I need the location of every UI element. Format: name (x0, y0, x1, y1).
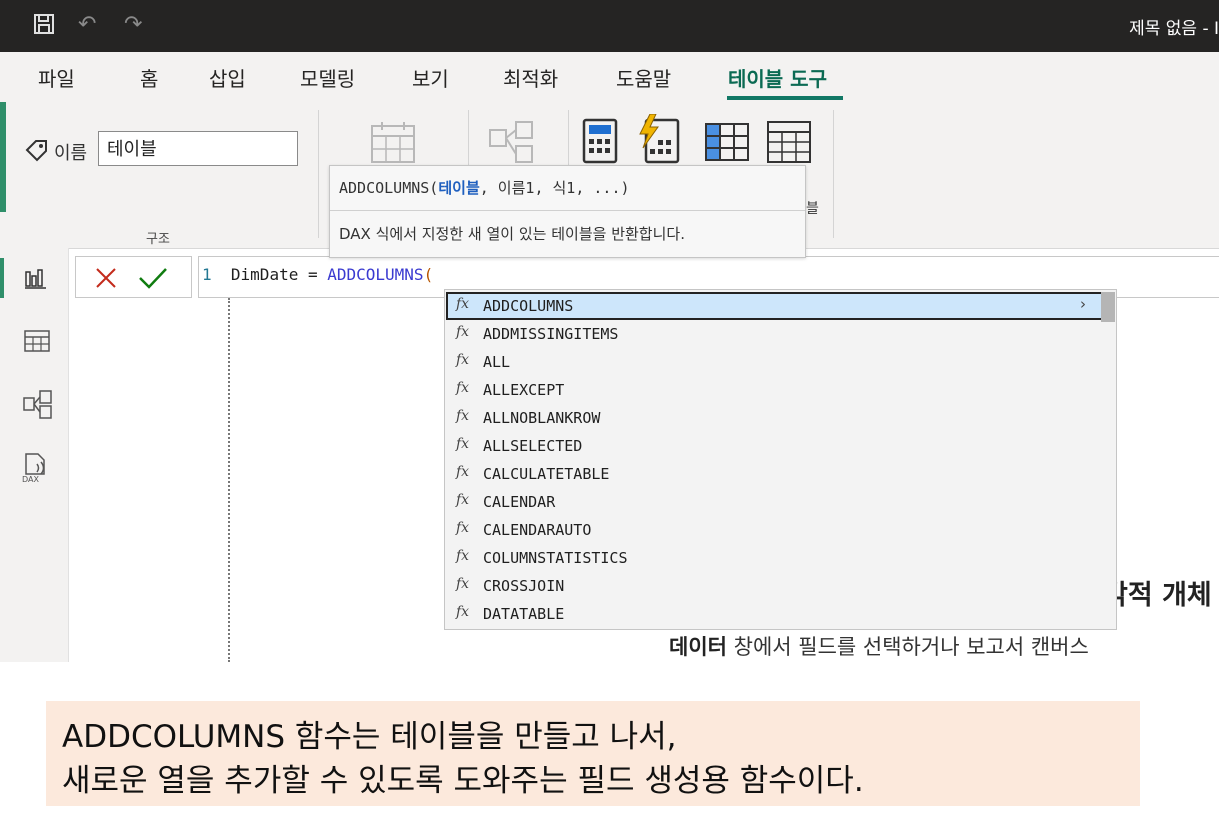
save-icon[interactable] (32, 12, 56, 42)
active-tab-indicator (727, 96, 843, 100)
report-view-icon[interactable] (24, 266, 48, 294)
tooltip-signature: ADDCOLUMNS(테이블, 이름1, 식1, ...) (339, 177, 630, 198)
autocomplete-item[interactable]: fx ADDMISSINGITEMS (446, 320, 1104, 348)
function-signature-tooltip: ADDCOLUMNS(테이블, 이름1, 식1, ...) DAX 식에서 지정… (329, 165, 806, 258)
new-table-icon[interactable] (766, 120, 812, 168)
autocomplete-item[interactable]: fx ALLSELECTED (446, 432, 1104, 460)
tooltip-divider (330, 210, 805, 211)
dax-query-view-icon[interactable]: DAX (20, 452, 50, 488)
structure-group-label: 구조 (146, 232, 170, 247)
tag-icon (24, 138, 50, 168)
function-icon: fx (456, 324, 470, 340)
function-icon: fx (456, 352, 470, 368)
function-icon: fx (456, 604, 470, 620)
tab-insert[interactable]: 삽입 (209, 63, 246, 92)
autocomplete-item-label: COLUMNSTATISTICS (483, 549, 628, 567)
autocomplete-item[interactable]: fx ALLEXCEPT (446, 376, 1104, 404)
svg-text:DAX: DAX (22, 475, 39, 484)
autocomplete-item[interactable]: fx CALENDAR (446, 488, 1104, 516)
active-view-indicator (0, 258, 4, 298)
new-measure-icon[interactable] (582, 118, 618, 168)
function-icon: fx (456, 380, 470, 396)
function-icon: fx (456, 520, 470, 536)
formula-function: ADDCOLUMNS (327, 265, 424, 284)
name-label: 이름 (54, 143, 88, 164)
formula-text: DimDate = (230, 265, 328, 284)
background-heading: 각적 개체 (1103, 580, 1212, 611)
autocomplete-item[interactable]: fx CALCULATETABLE (446, 460, 1104, 488)
undo-icon[interactable]: ↶ (78, 12, 96, 37)
commit-icon[interactable] (138, 266, 168, 294)
quick-measure-icon[interactable] (638, 113, 680, 168)
manage-relationships-icon[interactable] (488, 120, 534, 170)
autocomplete-item-label: ALLNOBLANKROW (483, 409, 601, 427)
cancel-icon[interactable] (94, 266, 118, 294)
tab-view[interactable]: 보기 (412, 63, 449, 92)
formula-actions (75, 256, 192, 298)
model-view-icon[interactable] (23, 390, 53, 424)
autocomplete-item[interactable]: fx CROSSJOIN (446, 572, 1104, 600)
autocomplete-item[interactable]: fx ADDCOLUMNS › (446, 292, 1104, 320)
mark-as-date-table-icon[interactable] (370, 120, 416, 170)
function-icon: fx (456, 548, 470, 564)
function-icon: fx (456, 296, 470, 312)
formula-paren: ( (423, 265, 434, 284)
tooltip-sig-fn: ADDCOLUMNS( (339, 179, 439, 197)
tooltip-current-param: 테이블 (438, 179, 480, 197)
tab-optimize[interactable]: 최적화 (503, 63, 558, 92)
new-column-icon[interactable] (704, 122, 750, 166)
function-icon: fx (456, 492, 470, 508)
ribbon-separator (318, 110, 319, 238)
autocomplete-item-label: CALCULATETABLE (483, 465, 610, 483)
autocomplete-item-label: ALL (483, 353, 511, 371)
tab-table-tools[interactable]: 테이블 도구 (728, 63, 827, 92)
caption-box: ADDCOLUMNS 함수는 테이블을 만들고 나서, 새로운 열을 추가할 수… (46, 701, 1140, 806)
autocomplete-item[interactable]: fx ALL (446, 348, 1104, 376)
caption-line-2: 새로운 열을 추가할 수 있도록 도와주는 필드 생성용 함수이다. (62, 763, 864, 799)
autocomplete-item-label: ADDMISSINGITEMS (483, 325, 619, 343)
autocomplete-item[interactable]: fx DATATABLE (446, 600, 1104, 628)
caption-line-1: ADDCOLUMNS 함수는 테이블을 만들고 나서, (62, 719, 677, 755)
window-title: 제목 없음 - I (1129, 19, 1219, 39)
autocomplete-item-label: CALENDAR (483, 493, 556, 511)
tooltip-sig-rest: , 이름1, 식1, ...) (479, 179, 630, 197)
ribbon-group-label-fragment: 블 (806, 201, 819, 217)
autocomplete-item-label: CROSSJOIN (483, 577, 565, 595)
tab-home[interactable]: 홈 (140, 63, 158, 92)
autocomplete-item[interactable]: fx ALLNOBLANKROW (446, 404, 1104, 432)
autocomplete-item-label: DATATABLE (483, 605, 565, 623)
tab-file[interactable]: 파일 (38, 63, 75, 92)
ribbon-tab-bar: 파일 홈 삽입 모델링 보기 최적화 도움말 테이블 도구 (0, 52, 1219, 102)
chevron-right-icon[interactable]: › (1080, 295, 1086, 313)
function-icon: fx (456, 464, 470, 480)
background-body-text: 데이터 창에서 필드를 선택하거나 보고서 캔버스 (669, 631, 1089, 661)
autocomplete-list: fx ADDCOLUMNS › fx ADDMISSINGITEMS fx ALL fx ALL… (444, 289, 1117, 630)
autocomplete-scrollbar[interactable] (1101, 292, 1115, 322)
background-body-bold: 데이터 (669, 635, 727, 659)
background-body-rest: 창에서 필드를 선택하거나 보고서 캔버스 (726, 635, 1089, 659)
title-bar: ↶ ↷ 제목 없음 - I (0, 0, 1219, 52)
tooltip-description: DAX 식에서 지정한 새 열이 있는 테이블을 반환합니다. (339, 225, 685, 243)
function-icon: fx (456, 436, 470, 452)
function-icon: fx (456, 576, 470, 592)
ribbon-accent-strip (0, 102, 6, 212)
autocomplete-item[interactable]: fx CALENDARAUTO (446, 516, 1104, 544)
autocomplete-item-label: ALLSELECTED (483, 437, 583, 455)
data-view-icon[interactable] (24, 329, 50, 357)
tab-modeling[interactable]: 모델링 (300, 63, 355, 92)
autocomplete-item-label: ALLEXCEPT (483, 381, 565, 399)
redo-icon[interactable]: ↷ (124, 12, 142, 37)
tab-help[interactable]: 도움말 (616, 63, 671, 92)
canvas-guide-line (228, 298, 230, 662)
autocomplete-item-label: ADDCOLUMNS (483, 297, 574, 315)
autocomplete-item-label: CALENDARAUTO (483, 521, 592, 539)
function-icon: fx (456, 408, 470, 424)
table-name-input[interactable]: 테이블 (98, 131, 298, 166)
ribbon-separator (833, 110, 834, 238)
autocomplete-item[interactable]: fx COLUMNSTATISTICS (446, 544, 1104, 572)
line-number: 1 (202, 265, 212, 284)
